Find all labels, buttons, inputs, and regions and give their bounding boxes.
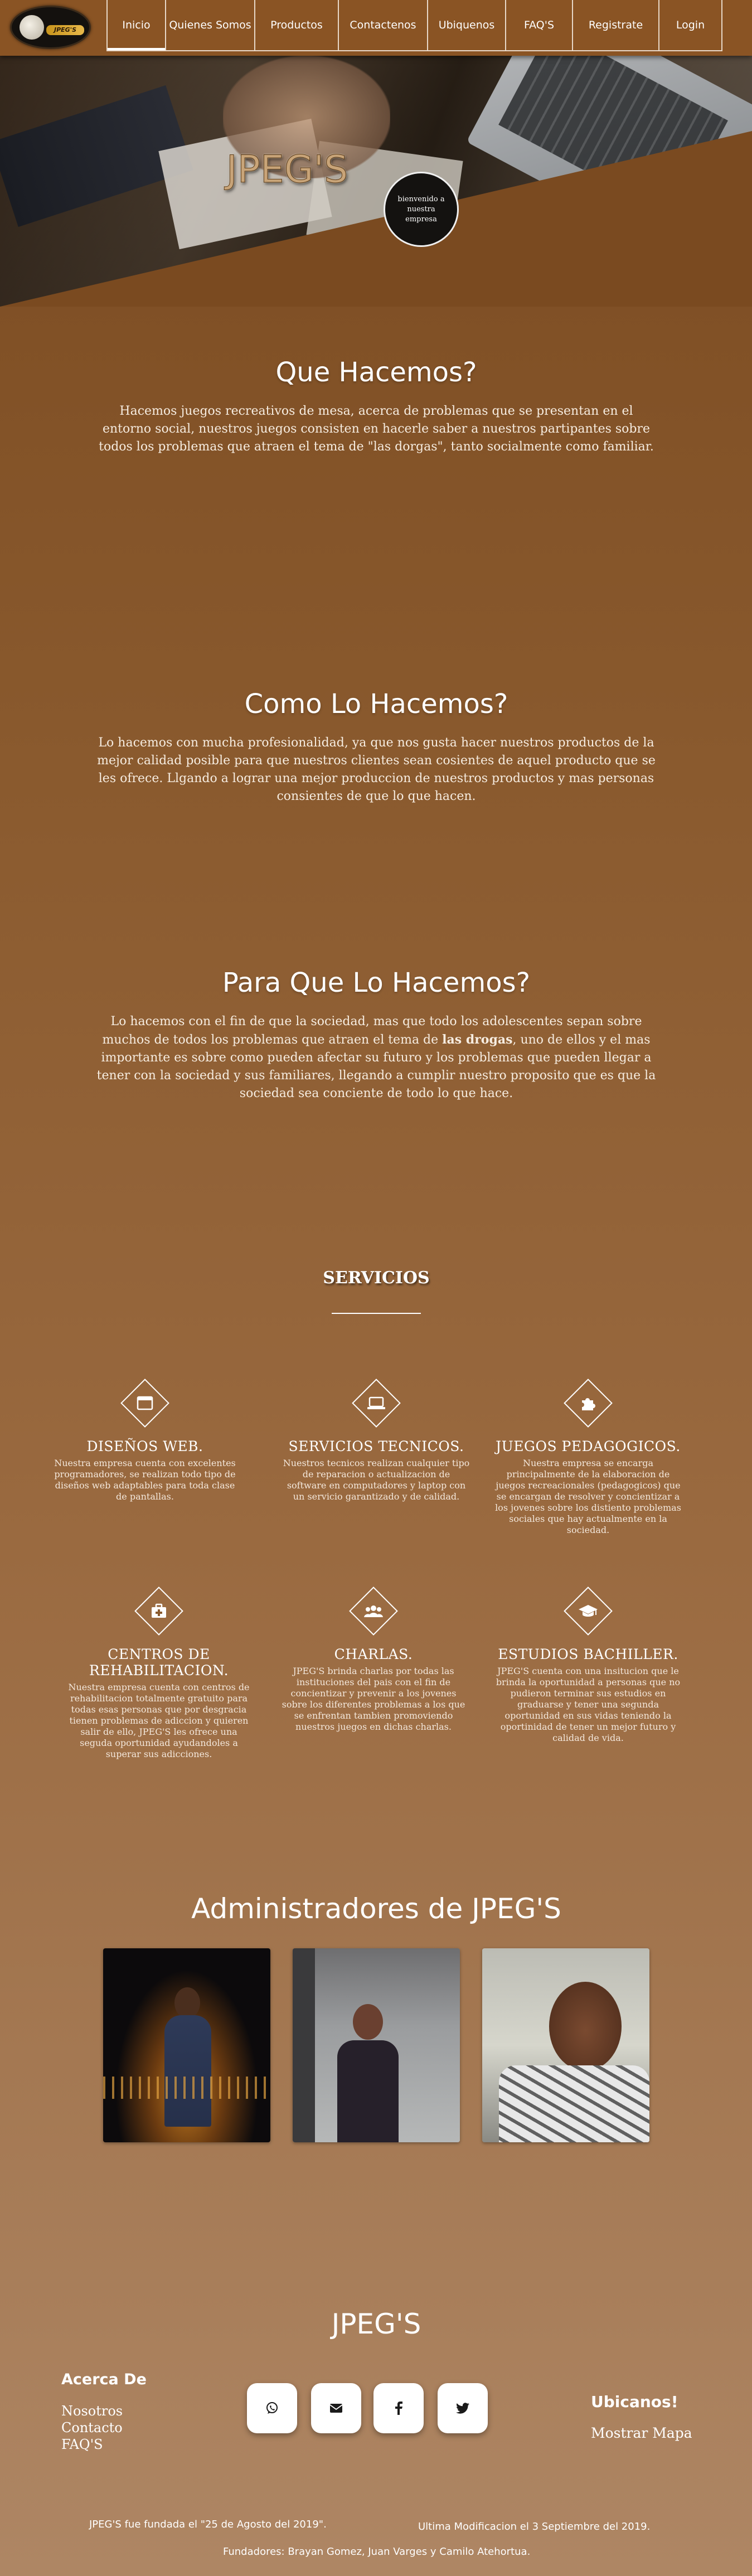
service-icon-frame xyxy=(343,1580,404,1642)
logo-wordmark: JPEG'S xyxy=(46,25,84,35)
admins-title: Administradores de JPEG'S xyxy=(191,1893,561,1925)
nav-item-quienes-somos[interactable]: Quienes Somos xyxy=(165,0,254,51)
facebook-icon xyxy=(395,2402,402,2415)
mascot-icon xyxy=(20,15,44,40)
service-icon-frame xyxy=(557,1372,619,1434)
footer-links: Nosotros Contacto FAQ'S xyxy=(61,2403,123,2453)
nav-item-registrate[interactable]: Registrate xyxy=(572,0,658,51)
facebook-button[interactable] xyxy=(373,2383,424,2433)
nav-item-faqs[interactable]: FAQ'S xyxy=(505,0,572,51)
puzzle-icon xyxy=(557,1372,619,1434)
service-card-centros-rehabilitacion: CENTROS DE REHABILITACION. Nuestra empre… xyxy=(59,1580,259,1760)
service-title: JUEGOS PEDAGOGICOS. xyxy=(496,1438,681,1454)
show-map-link[interactable]: Mostrar Mapa xyxy=(591,2425,692,2441)
service-title: CHARLAS. xyxy=(334,1646,413,1662)
service-icon-frame xyxy=(128,1580,190,1642)
email-button[interactable] xyxy=(311,2383,361,2433)
service-title: SERVICIOS TECNICOS. xyxy=(288,1438,464,1454)
hero-banner: JPEG'S bienvenido a nuestra empresa xyxy=(0,56,752,307)
section-text: Lo hacemos con mucha profesionalidad, ya… xyxy=(97,736,656,803)
browser-icon xyxy=(114,1372,176,1434)
welcome-badge: bienvenido a nuestra empresa xyxy=(384,172,459,247)
medical-kit-icon xyxy=(128,1580,190,1642)
service-icon-frame xyxy=(114,1372,176,1434)
nav-item-inicio[interactable]: Inicio xyxy=(106,0,165,51)
section-text-bold: las drogas xyxy=(442,1032,513,1047)
service-title: ESTUDIOS BACHILLER. xyxy=(498,1646,678,1662)
service-card-estudios-bachiller: ESTUDIOS BACHILLER. JPEG'S cuenta con un… xyxy=(488,1580,688,1744)
users-icon xyxy=(343,1580,404,1642)
service-card-juegos-pedagogicos: JUEGOS PEDAGOGICOS. Nuestra empresa se e… xyxy=(488,1372,688,1536)
admin-photo-body xyxy=(164,2015,211,2127)
service-icon-frame xyxy=(557,1580,619,1642)
section-title: Como Lo Hacemos? xyxy=(244,688,508,720)
footer-title: JPEG'S xyxy=(331,2308,421,2340)
admin-photo-3 xyxy=(482,1948,649,2142)
top-navbar: JPEG'S Inicio Quienes Somos Productos Co… xyxy=(0,0,752,56)
admin-photo-body xyxy=(337,2040,399,2142)
admin-photo-door xyxy=(293,1948,315,2142)
footer-acerca-heading: Acerca De xyxy=(61,2371,147,2388)
services-title: SERVICIOS xyxy=(323,1268,430,1288)
service-text: Nuestra empresa cuenta con centros de re… xyxy=(68,1682,250,1759)
footer-link-faqs[interactable]: FAQ'S xyxy=(61,2436,123,2453)
service-text: Nuestros tecnicos realizan cualquier tip… xyxy=(283,1458,470,1502)
section-title: Para Que Lo Hacemos? xyxy=(222,967,531,998)
hero-title: JPEG'S xyxy=(226,148,348,192)
services-divider xyxy=(332,1313,421,1314)
nav-item-productos[interactable]: Productos xyxy=(254,0,338,51)
admin-photo-1 xyxy=(103,1948,270,2142)
admin-photo-2 xyxy=(293,1948,460,2142)
service-title: CENTROS DE REHABILITACION. xyxy=(89,1646,229,1678)
whatsapp-icon xyxy=(266,2402,278,2414)
footer-founders-note: Fundadores: Brayan Gomez, Juan Varges y … xyxy=(223,2546,531,2558)
brand-logo[interactable]: JPEG'S xyxy=(10,6,91,49)
footer-link-nosotros[interactable]: Nosotros xyxy=(61,2403,123,2419)
service-title: DISEÑOS WEB. xyxy=(86,1438,203,1454)
section-para-que-lo-hacemos: Para Que Lo Hacemos? Lo hacemos con el f… xyxy=(95,967,658,1103)
nav-menu: Inicio Quienes Somos Productos Contacten… xyxy=(106,0,722,56)
nav-item-contactenos[interactable]: Contactenos xyxy=(338,0,427,51)
service-card-charlas: CHARLAS. JPEG'S brinda charlas por todas… xyxy=(273,1580,474,1733)
whatsapp-button[interactable] xyxy=(247,2383,297,2433)
service-card-disenos-web: DISEÑOS WEB. Nuestra empresa cuenta con … xyxy=(45,1372,245,1502)
admin-photo-head xyxy=(174,1987,200,2019)
service-text: Nuestra empresa cuenta con excelentes pr… xyxy=(54,1458,236,1502)
service-text: JPEG'S cuenta con una insitucion que le … xyxy=(496,1666,681,1743)
footer-ubicanos-heading: Ubicanos! xyxy=(591,2393,678,2411)
section-title: Que Hacemos? xyxy=(275,357,477,388)
section-como-lo-hacemos: Como Lo Hacemos? Lo hacemos con mucha pr… xyxy=(95,688,658,806)
admin-photo-railing xyxy=(103,2077,270,2099)
section-text: Hacemos juegos recreativos de mesa, acer… xyxy=(99,404,654,454)
laptop-icon xyxy=(346,1372,407,1434)
service-text: JPEG'S brinda charlas por todas las inst… xyxy=(282,1666,465,1732)
admin-photo-head xyxy=(353,2004,383,2040)
twitter-icon xyxy=(456,2403,469,2414)
graduation-cap-icon xyxy=(557,1580,619,1642)
footer-modified-note: Ultima Modificacion el 3 Septiembre del … xyxy=(418,2521,651,2533)
section-que-hacemos: Que Hacemos? Hacemos juegos recreativos … xyxy=(95,357,658,456)
envelope-icon xyxy=(329,2404,343,2413)
admin-photo-head xyxy=(549,1982,622,2071)
nav-item-login[interactable]: Login xyxy=(658,0,722,51)
section-text: Lo hacemos con el fin de que la sociedad… xyxy=(95,1013,658,1103)
footer-founded-note: JPEG'S fue fundada el "25 de Agosto del … xyxy=(89,2519,327,2530)
twitter-button[interactable] xyxy=(438,2383,488,2433)
service-text: Nuestra empresa se encarga principalment… xyxy=(495,1458,681,1535)
footer-link-contacto[interactable]: Contacto xyxy=(61,2419,123,2436)
service-icon-frame xyxy=(346,1372,407,1434)
service-card-servicios-tecnicos: SERVICIOS TECNICOS. Nuestros tecnicos re… xyxy=(276,1372,477,1502)
admin-photo-body xyxy=(499,2065,649,2142)
nav-item-ubiquenos[interactable]: Ubiquenos xyxy=(427,0,505,51)
